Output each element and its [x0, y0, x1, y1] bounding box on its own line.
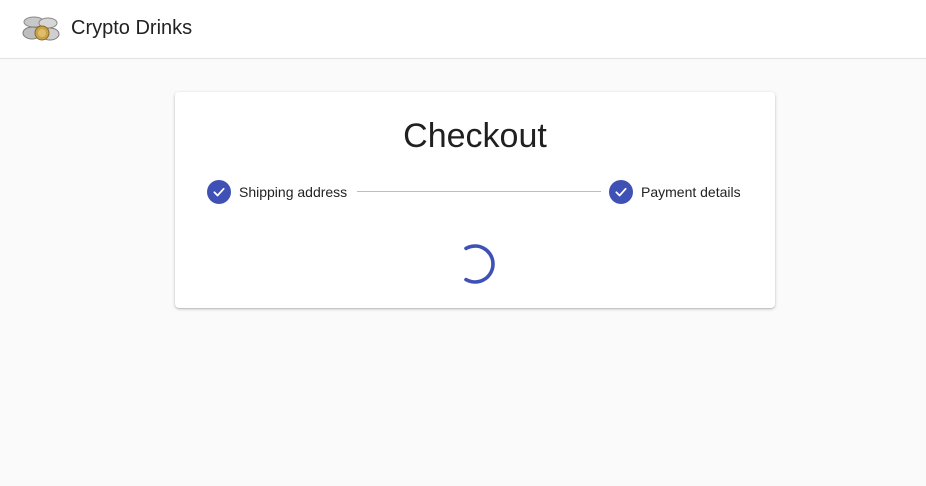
step-shipping-address: Shipping address	[207, 180, 347, 204]
step-connector	[357, 191, 601, 192]
loading-spinner-icon	[464, 244, 495, 284]
checkout-card: Checkout Shipping address Payment detail…	[175, 92, 775, 308]
coins-logo-icon[interactable]	[22, 13, 62, 43]
app-title[interactable]: Crypto Drinks	[71, 16, 192, 40]
check-icon	[207, 180, 231, 204]
step-label: Shipping address	[239, 184, 348, 200]
step-payment-details: Payment details	[609, 180, 741, 204]
check-icon	[609, 180, 633, 204]
app-bar: Crypto Drinks	[0, 0, 926, 59]
step-label: Payment details	[641, 184, 741, 200]
page-title: Checkout	[403, 117, 547, 155]
